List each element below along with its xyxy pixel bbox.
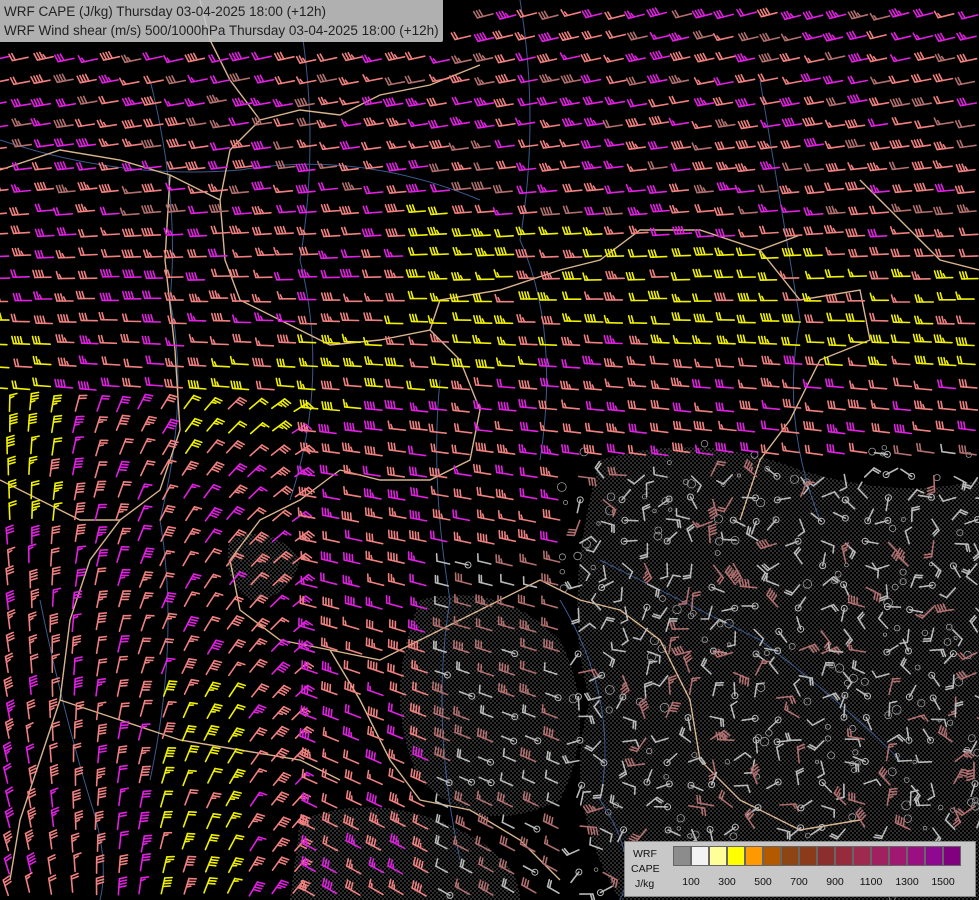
legend-swatch	[943, 846, 961, 866]
legend-swatch	[871, 846, 889, 866]
legend-tick-label: 900	[826, 876, 844, 888]
legend-field: CAPE	[631, 863, 660, 875]
legend-swatch	[817, 846, 835, 866]
legend-swatch	[907, 846, 925, 866]
weather-map	[0, 0, 979, 900]
shear-title: WRF Wind shear (m/s) 500/1000hPa Thursda…	[4, 23, 439, 38]
legend-swatch	[925, 846, 943, 866]
legend-unit: J/kg	[635, 878, 655, 890]
legend-tick-label: 1500	[931, 876, 955, 888]
legend-swatch	[673, 846, 691, 866]
legend-swatch	[691, 846, 709, 866]
legend-swatch	[799, 846, 817, 866]
legend-tick-label: 1100	[859, 876, 883, 888]
legend-swatch	[745, 846, 763, 866]
legend-tick-label: 100	[682, 876, 700, 888]
map-title-box: WRF CAPE (J/kg) Thursday 03-04-2025 18:0…	[0, 0, 443, 42]
legend-tick-label: 700	[790, 876, 808, 888]
legend-model: WRF	[633, 848, 657, 860]
legend-tick-label: 500	[754, 876, 772, 888]
cape-legend: WRF CAPE J/kg 100 300 500 700 900 1100 1300 150…	[624, 841, 976, 897]
legend-swatch	[781, 846, 799, 866]
legend-swatch	[709, 846, 727, 866]
legend-swatch	[727, 846, 745, 866]
legend-swatch	[889, 846, 907, 866]
legend-tick-label: 1300	[895, 876, 919, 888]
legend-swatch	[763, 846, 781, 866]
legend-swatch	[853, 846, 871, 866]
legend-tick-label: 300	[718, 876, 736, 888]
cape-title: WRF CAPE (J/kg) Thursday 03-04-2025 18:0…	[4, 4, 327, 19]
legend-swatch	[835, 846, 853, 866]
